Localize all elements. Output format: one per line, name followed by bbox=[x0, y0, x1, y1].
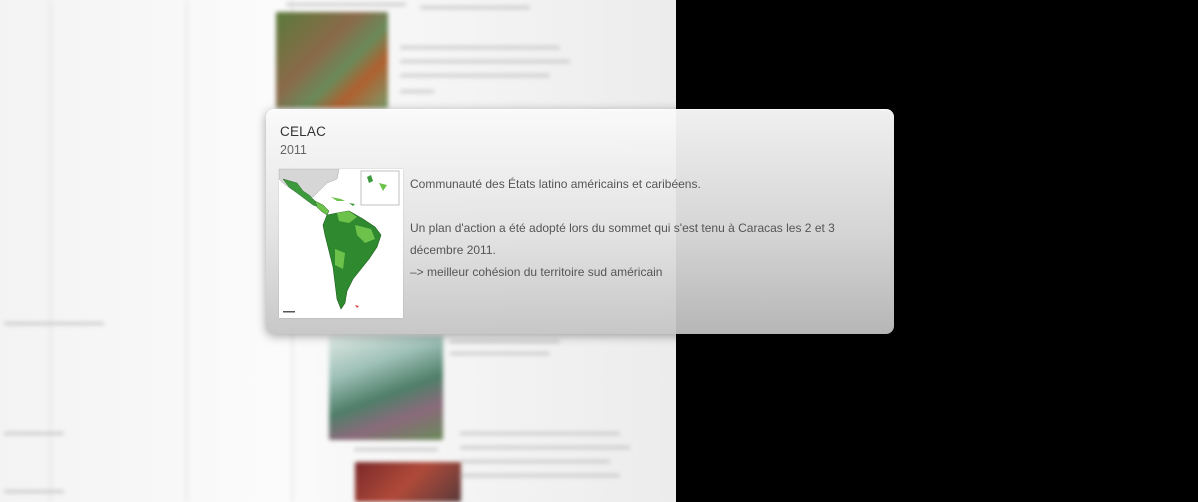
description-line: Communauté des États latino américains e… bbox=[410, 177, 701, 191]
background-text bbox=[400, 60, 570, 63]
popup-description: Communauté des États latino américains e… bbox=[410, 173, 880, 283]
background-text bbox=[450, 340, 560, 343]
background-text bbox=[460, 474, 620, 477]
background-text bbox=[400, 46, 560, 49]
map-icon bbox=[279, 169, 400, 313]
popup-year: 2011 bbox=[280, 143, 307, 157]
latin-america-map-image bbox=[279, 169, 403, 318]
background-text bbox=[460, 446, 630, 449]
divider bbox=[186, 0, 187, 502]
celac-popup-card[interactable]: CELAC 2011 Communauté des États latino a… bbox=[266, 109, 894, 334]
background-text bbox=[400, 74, 550, 77]
background-text bbox=[450, 352, 550, 355]
background-text bbox=[400, 90, 434, 93]
background-thumbnail bbox=[355, 462, 461, 502]
description-line: –> meilleur cohésion du territoire sud a… bbox=[410, 265, 663, 279]
description-line: Un plan d'action a été adopté lors du so… bbox=[410, 221, 835, 257]
background-text bbox=[286, 3, 406, 6]
background-text bbox=[4, 490, 64, 493]
background-text bbox=[4, 322, 104, 325]
background-thumbnail bbox=[329, 336, 443, 440]
background-text bbox=[4, 432, 64, 435]
background-text bbox=[420, 6, 530, 9]
divider bbox=[50, 0, 51, 502]
background-text bbox=[460, 432, 620, 435]
background-text bbox=[354, 448, 438, 451]
background-text bbox=[460, 460, 610, 463]
popup-title: CELAC bbox=[280, 124, 327, 139]
background-thumbnail bbox=[276, 12, 388, 108]
